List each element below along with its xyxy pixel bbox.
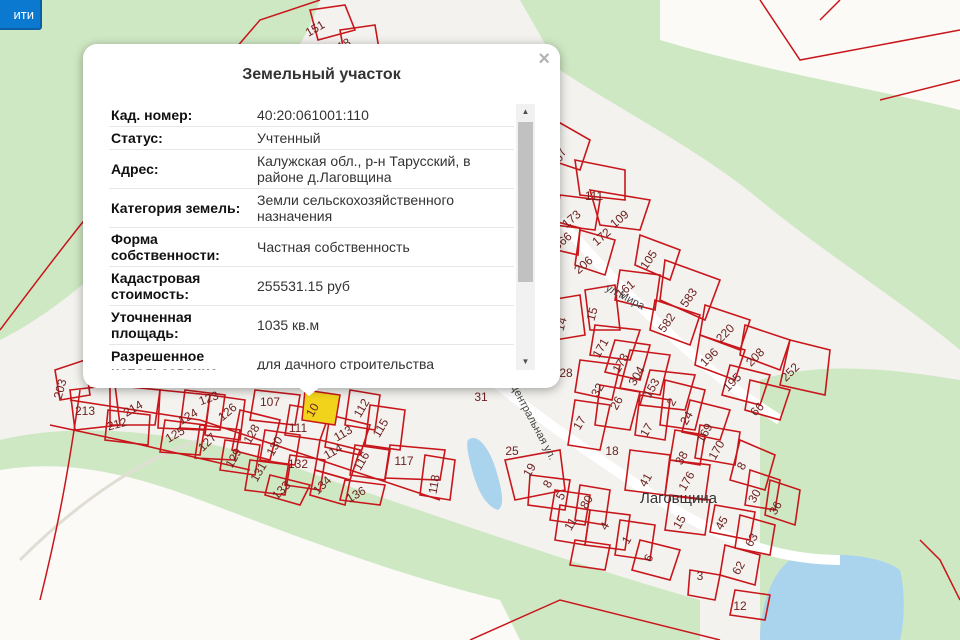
- parcel-number-label: 3: [697, 569, 704, 583]
- parcel-number-label: 213: [75, 404, 95, 418]
- attribute-row: Адрес: Калужская обл., р-н Тарусский, в р…: [109, 149, 514, 189]
- attribute-label: Категория земель:: [109, 188, 251, 228]
- attribute-value: 40:20:061001:110: [251, 104, 514, 127]
- popup-scrollbar[interactable]: ▲ ▼: [516, 104, 535, 370]
- attribute-value: 255531.15 руб: [251, 266, 514, 306]
- attribute-row: Форма собственности: Частная собственност…: [109, 227, 514, 267]
- popup-pointer: [297, 386, 321, 396]
- attribute-value: Земли сельскохозяйственного назначения: [251, 188, 514, 228]
- attribute-value: Учтенный: [251, 126, 514, 150]
- attribute-label: Уточненная площадь:: [109, 305, 251, 345]
- village-label: Лаговщина: [640, 490, 718, 507]
- parcel-number-label: 107: [260, 395, 280, 409]
- attribute-label: Кад. номер:: [109, 104, 251, 127]
- attribute-value: для дачного строительства: [251, 344, 514, 370]
- parcel-number-label: 132: [288, 457, 308, 471]
- scroll-thumb[interactable]: [518, 122, 533, 282]
- attribute-row: Статус: Учтенный: [109, 126, 514, 150]
- attribute-row: Уточненная площадь: 1035 кв.м: [109, 305, 514, 345]
- attribute-label: Разрешенное использование:: [109, 344, 251, 370]
- attribute-label: Адрес:: [109, 149, 251, 189]
- attribute-label: Статус:: [109, 126, 251, 150]
- popup-scroll-area[interactable]: Кад. номер: 40:20:061001:110 Статус: Учтенн…: [109, 104, 519, 370]
- parcel-number-label: 31: [474, 390, 488, 404]
- attribute-row: Категория земель: Земли сельскохозяйствен…: [109, 188, 514, 228]
- map-toolbar-button[interactable]: ити: [0, 0, 42, 30]
- scroll-up-arrow-icon[interactable]: ▲: [516, 104, 535, 120]
- parcel-number-label: 18: [605, 444, 619, 458]
- parcel-number-label: 28: [559, 366, 573, 380]
- popup-title: Земельный участок: [242, 66, 401, 83]
- parcel-number-label: 111: [289, 421, 308, 435]
- parcel-number-label: 117: [394, 454, 413, 468]
- attribute-value: 1035 кв.м: [251, 305, 514, 345]
- attribute-row: Разрешенное использование:для дачного ст…: [109, 344, 514, 370]
- parcel-number-label: 111: [585, 189, 604, 203]
- attribute-row: Кад. номер: 40:20:061001:110: [109, 104, 514, 127]
- attribute-value: Калужская обл., р-н Тарусский, в районе …: [251, 149, 514, 189]
- attribute-value: Частная собственность: [251, 227, 514, 267]
- attribute-row: Кадастровая стоимость: 255531.15 руб: [109, 266, 514, 306]
- attribute-label: Кадастровая стоимость:: [109, 266, 251, 306]
- scroll-down-arrow-icon[interactable]: ▼: [516, 354, 535, 370]
- parcel-number-label: 25: [505, 444, 519, 458]
- parcel-number-label: 12: [733, 599, 747, 613]
- parcel-attributes-table: Кад. номер: 40:20:061001:110 Статус: Учтенн…: [109, 104, 514, 370]
- parcel-info-popup: × Земельный участок Кад. номер: 40:20:061…: [83, 44, 560, 388]
- attribute-label: Форма собственности:: [109, 227, 251, 267]
